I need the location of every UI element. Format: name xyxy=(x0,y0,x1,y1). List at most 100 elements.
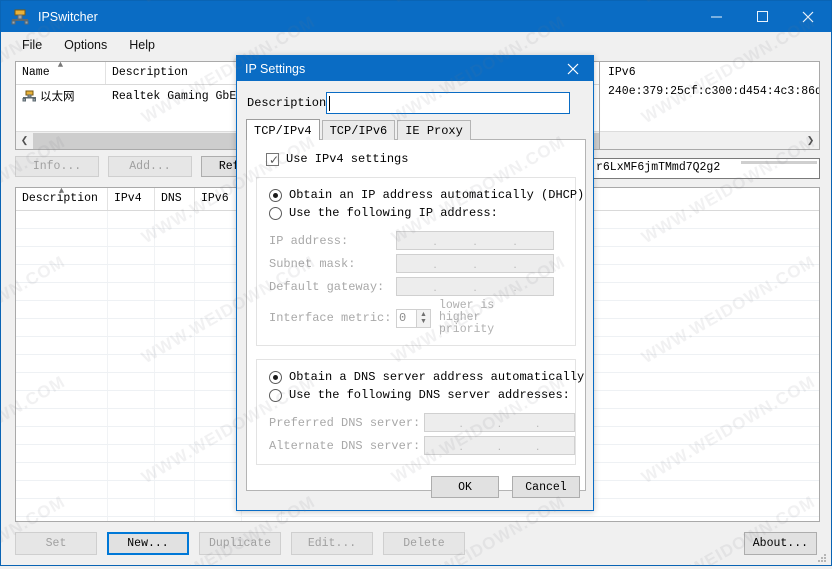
table-cell xyxy=(195,319,242,336)
table-cell xyxy=(195,265,242,282)
radio-use-following-ip[interactable] xyxy=(269,206,282,220)
menu-item-options[interactable]: Options xyxy=(53,35,118,55)
table-cell xyxy=(195,355,242,372)
tab-tcp-ipv6[interactable]: TCP/IPv6 xyxy=(321,120,396,140)
ip-separator: . xyxy=(433,279,437,294)
table-cell xyxy=(108,481,155,498)
cancel-button[interactable]: Cancel xyxy=(512,476,580,498)
checkbox-use-ipv4[interactable]: ✓ xyxy=(266,152,279,166)
add-button[interactable]: Add... xyxy=(108,156,192,177)
ip-separator: . xyxy=(433,256,437,271)
table-cell xyxy=(155,211,195,228)
radio-obtain-ip-automatically[interactable] xyxy=(269,188,282,202)
table-cell xyxy=(16,247,108,264)
table-cell xyxy=(16,481,108,498)
subnet-mask-input[interactable]: . . . xyxy=(396,254,554,273)
title-bar: IPSwitcher xyxy=(1,1,831,32)
sort-ascending-icon: ▲ xyxy=(58,188,65,196)
delete-button[interactable]: Delete xyxy=(383,532,465,555)
tab-ie-proxy[interactable]: IE Proxy xyxy=(397,120,471,140)
table-cell xyxy=(108,247,155,264)
alternate-dns-input[interactable]: . . . xyxy=(423,436,575,455)
slider-track[interactable] xyxy=(741,161,817,164)
description-input[interactable] xyxy=(326,92,571,114)
table-cell xyxy=(108,391,155,408)
duplicate-button[interactable]: Duplicate xyxy=(199,532,281,555)
ok-button[interactable]: OK xyxy=(431,476,499,498)
edit-button[interactable]: Edit... xyxy=(291,532,373,555)
radio-use-following-dns[interactable] xyxy=(269,388,282,402)
interface-metric-input[interactable]: 0 xyxy=(396,308,416,328)
set-button[interactable]: Set xyxy=(15,532,97,555)
table-cell xyxy=(155,319,195,336)
table-cell xyxy=(16,301,108,318)
table-cell xyxy=(195,211,242,228)
use-ipv4-checkbox-row[interactable]: ✓ Use IPv4 settings xyxy=(266,152,585,166)
column-header-ipv6[interactable]: IPv6 xyxy=(195,188,242,210)
close-icon[interactable] xyxy=(553,56,593,81)
table-cell xyxy=(16,409,108,426)
radio-row-dns-auto[interactable]: Obtain a DNS server address automaticall… xyxy=(269,368,584,386)
table-cell xyxy=(16,265,108,282)
description-label: Description xyxy=(247,96,327,110)
tab-strip: TCP/IPv4 TCP/IPv6 IE Proxy xyxy=(246,119,586,140)
description-row: Description xyxy=(247,92,593,114)
table-cell xyxy=(155,247,195,264)
table-cell xyxy=(16,283,108,300)
new-button[interactable]: New... xyxy=(107,532,189,555)
default-gateway-input[interactable]: . . . xyxy=(396,277,554,296)
ip-address-input[interactable]: . . . xyxy=(396,231,554,250)
close-icon[interactable] xyxy=(785,1,831,32)
table-cell xyxy=(16,499,108,516)
table-cell xyxy=(195,499,242,516)
table-cell xyxy=(155,229,195,246)
table-cell xyxy=(155,481,195,498)
ip-separator: . xyxy=(473,279,477,294)
radio-obtain-dns-automatically[interactable] xyxy=(269,370,282,384)
about-button[interactable]: About... xyxy=(743,532,817,555)
minimize-icon[interactable] xyxy=(693,1,739,32)
chevron-up-icon[interactable]: ▲ xyxy=(420,311,427,318)
chevron-right-icon[interactable]: ❯ xyxy=(802,132,819,149)
radio-row-static-ip[interactable]: Use the following IP address: xyxy=(269,204,575,222)
ipv6-info-panel[interactable]: IPv6 240e:379:25cf:c300:d454:4c3:86de:52… xyxy=(599,61,820,150)
table-row[interactable] xyxy=(16,517,819,521)
table-cell xyxy=(16,355,108,372)
radio-row-dhcp[interactable]: Obtain an IP address automatically (DHCP… xyxy=(269,186,584,204)
info-button[interactable]: Info... xyxy=(15,156,99,177)
horizontal-scrollbar[interactable]: ❯ xyxy=(600,131,819,149)
table-cell xyxy=(108,517,155,521)
table-cell xyxy=(16,463,108,480)
table-cell xyxy=(195,337,242,354)
table-cell xyxy=(108,463,155,480)
ip-separator: . xyxy=(497,438,502,453)
table-cell xyxy=(108,211,155,228)
ip-address-group: Obtain an IP address automatically (DHCP… xyxy=(256,177,584,346)
table-cell xyxy=(195,463,242,480)
table-cell xyxy=(155,391,195,408)
interface-metric-label: Interface metric: xyxy=(269,311,392,325)
table-cell xyxy=(155,301,195,318)
table-cell xyxy=(16,229,108,246)
resize-grip[interactable] xyxy=(816,551,828,563)
field-row-subnet-mask: Subnet mask: . . . xyxy=(269,254,575,273)
menu-item-help[interactable]: Help xyxy=(118,35,166,55)
column-header-dns-v4[interactable]: DNS xyxy=(155,188,195,210)
maximize-icon[interactable] xyxy=(739,1,785,32)
table-cell xyxy=(195,427,242,444)
quantity-stepper[interactable]: ▲ ▼ xyxy=(416,308,431,328)
column-header-description[interactable]: ▲ Description xyxy=(16,188,108,210)
ip-address-label: IP address: xyxy=(269,233,349,248)
menu-item-file[interactable]: File xyxy=(11,35,53,55)
adapter-name-cell: 以太网 xyxy=(16,88,106,104)
column-header-ipv4[interactable]: IPv4 xyxy=(108,188,155,210)
dialog-tabs: TCP/IPv4 TCP/IPv6 IE Proxy ✓ Use IPv4 se… xyxy=(246,119,586,491)
preferred-dns-input[interactable]: . . . xyxy=(423,413,575,432)
radio-row-dns-manual[interactable]: Use the following DNS server addresses: xyxy=(269,386,575,404)
table-cell xyxy=(155,265,195,282)
network-adapter-icon xyxy=(9,6,31,28)
chevron-down-icon[interactable]: ▼ xyxy=(420,318,427,325)
tab-tcp-ipv4[interactable]: TCP/IPv4 xyxy=(246,119,320,140)
column-header-name[interactable]: ▲ Name xyxy=(16,62,106,84)
chevron-left-icon[interactable]: ❮ xyxy=(16,132,33,149)
